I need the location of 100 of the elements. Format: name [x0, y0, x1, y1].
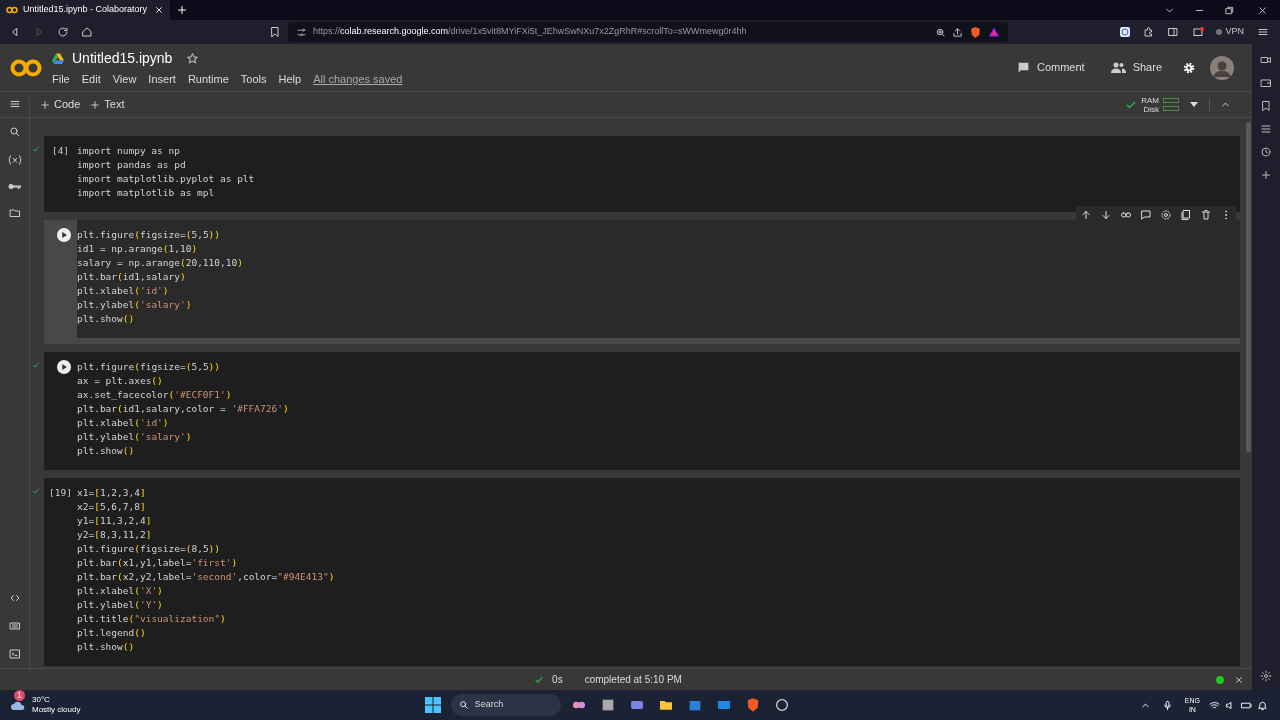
keyboard-icon[interactable] — [8, 620, 21, 632]
code-line: plt.xlabel('id') — [77, 416, 169, 430]
avatar-icon[interactable] — [1210, 55, 1234, 80]
zoom-icon[interactable] — [935, 26, 946, 38]
star-icon[interactable] — [186, 51, 200, 65]
comment-icon[interactable] — [1140, 209, 1152, 221]
notebook-title[interactable]: Untitled15.ipynb — [72, 47, 173, 69]
bookmark-icon[interactable] — [1260, 100, 1272, 112]
menu-item[interactable]: View — [112, 70, 137, 88]
code-line: plt.ylabel('salary') — [77, 298, 192, 312]
close-icon[interactable] — [1234, 674, 1244, 685]
delete-icon[interactable] — [1200, 209, 1212, 221]
site-settings-icon[interactable] — [296, 26, 307, 38]
code-cell[interactable]: plt.figure(figsize=(5,5)) id1 = np.arange(1,10) salary = np.arange(20,110,10) plt.bar(id1,salary) plt.xlabel('id') plt.ylabel('salary') plt.show() — [44, 220, 1240, 344]
run-button-icon[interactable] — [56, 228, 71, 242]
code-line: plt.show() — [77, 312, 135, 326]
move-down-icon[interactable] — [1100, 209, 1112, 221]
code-icon[interactable] — [8, 592, 21, 604]
menu-item[interactable]: Runtime — [187, 70, 229, 88]
check-icon — [534, 674, 545, 685]
code-line: id1 = np.arange(1,10) — [77, 242, 198, 256]
address-bar[interactable]: https://colab.research.google.com/drive/1x5vit8MYiFXi5t_JEhwSwNXu7x2ZgRhR#scrollTo=sWWmewg0r4hh — [288, 22, 1008, 42]
add-icon[interactable] — [1260, 169, 1272, 181]
terminal-icon[interactable] — [8, 648, 21, 660]
vpn-button[interactable]: VPN — [1212, 25, 1248, 39]
search-icon — [458, 700, 469, 710]
temperature-text: 30°C — [32, 695, 51, 705]
save-status-link[interactable]: All changes saved — [313, 70, 403, 88]
plus-icon — [40, 99, 50, 110]
code-line: plt.legend() — [77, 626, 146, 640]
search-icon[interactable] — [8, 126, 21, 138]
code-line: salary = np.arange(20,110,10) — [77, 256, 243, 270]
folder-icon[interactable] — [8, 207, 21, 219]
link-icon[interactable] — [1120, 209, 1132, 221]
code-line: plt.ylabel('Y') — [77, 598, 163, 612]
list-icon[interactable] — [1260, 123, 1272, 135]
share-button[interactable]: Share — [1104, 59, 1168, 76]
code-line: x1=[1,2,3,4] — [77, 486, 146, 500]
shield-icon[interactable] — [969, 25, 982, 39]
settings-icon[interactable] — [1160, 209, 1172, 221]
variables-icon[interactable] — [7, 154, 22, 166]
people-icon — [1110, 62, 1126, 73]
code-line: plt.title("visualization") — [77, 612, 226, 626]
execution-count: [19] — [49, 486, 72, 500]
run-button-icon[interactable] — [56, 360, 71, 374]
code-cell[interactable]: [4] import numpy as np import pandas as pd import matplotlib.pyplot as plt import matplotlib as mpl — [44, 136, 1240, 212]
triangle-icon[interactable] — [988, 26, 1000, 38]
code-line: import pandas as pd — [77, 158, 186, 172]
scrollbar[interactable] — [1245, 122, 1251, 452]
code-line: plt.xlabel('id') — [77, 284, 169, 298]
code-line: plt.bar(x1,y1,label='first') — [77, 556, 238, 570]
video-icon[interactable] — [1260, 54, 1272, 66]
weather-icon[interactable] — [10, 699, 26, 711]
mirror-cell-icon[interactable] — [1180, 209, 1192, 221]
add-cell-button[interactable]: Text — [90, 96, 125, 113]
code-line: ax.set_facecolor('#ECF0F1') — [77, 388, 232, 402]
code-line: plt.figure(figsize=(5,5)) — [77, 360, 221, 374]
settings-icon[interactable] — [1182, 60, 1196, 75]
execution-count: [4] — [51, 144, 70, 158]
comment-button[interactable]: Comment — [1010, 59, 1091, 76]
close-icon[interactable] — [154, 5, 164, 15]
drive-icon — [52, 52, 64, 64]
code-cell[interactable]: plt.figure(figsize=(5,5)) ax = plt.axes() ax.set_facecolor('#ECF0F1') plt.bar(id1,salary,color = '#FFA726') plt.xlabel('id') plt.ylabel('salary') plt.show() — [44, 352, 1240, 470]
code-line: plt.show() — [77, 640, 135, 654]
wallet-icon[interactable] — [1260, 77, 1272, 89]
code-line: plt.xlabel('X') — [77, 584, 163, 598]
code-cell[interactable] — [44, 478, 1240, 666]
key-icon[interactable] — [8, 182, 21, 191]
code-line: x2=[5,6,7,8] — [77, 500, 146, 514]
menu-item[interactable]: File — [52, 70, 70, 88]
settings-icon[interactable] — [1260, 670, 1272, 682]
code-line: plt.show() — [77, 444, 135, 458]
wifi-icon[interactable] — [1206, 699, 1222, 711]
menu-icon[interactable] — [8, 98, 21, 110]
menu-item[interactable]: Insert — [148, 70, 176, 88]
status-message: completed at 5:10 PM — [584, 673, 682, 687]
code-line: ax = plt.axes() — [77, 374, 163, 388]
code-line: plt.figure(figsize=(8,5)) — [77, 542, 221, 556]
code-line: plt.ylabel('salary') — [77, 430, 192, 444]
disk-label: Disk — [1143, 104, 1159, 114]
plus-icon — [90, 99, 101, 110]
duration-text: 0s — [552, 673, 563, 687]
ram-meter — [1163, 98, 1179, 103]
code-line: plt.bar(id1,salary) — [77, 270, 186, 284]
code-line: plt.bar(x2,y2,label='second',color="#94E413") — [77, 570, 335, 584]
check-icon — [1125, 98, 1138, 111]
search-field[interactable]: Search — [450, 694, 561, 716]
url-text: https://colab.research.google.com/drive/1x5vit8MYiFXi5t_JEhwSwNXu7x2ZgRhR#scrollTo=sWWmewg0r4hh — [313, 25, 748, 39]
code-line: import matplotlib.pyplot as plt — [77, 172, 255, 186]
history-icon[interactable] — [1260, 146, 1272, 158]
add-cell-button[interactable]: Code — [40, 96, 81, 113]
menu-item[interactable]: Edit — [81, 70, 101, 88]
ram-label: RAM — [1141, 95, 1159, 105]
comment-icon — [1016, 61, 1030, 74]
share-icon[interactable] — [952, 26, 963, 38]
move-up-icon[interactable] — [1080, 209, 1092, 221]
code-line: import numpy as np — [77, 144, 180, 158]
menu-item[interactable]: Tools — [240, 70, 267, 88]
menu-item[interactable]: Help — [278, 70, 302, 88]
code-line: import matplotlib as mpl — [77, 186, 215, 200]
